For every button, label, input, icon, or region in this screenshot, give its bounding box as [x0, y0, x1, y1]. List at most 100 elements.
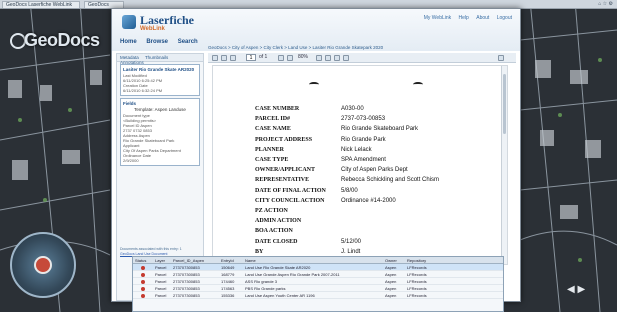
map-navigation-compass[interactable]	[10, 232, 76, 298]
doc-field-label: BOA ACTION	[255, 228, 293, 235]
hole-punch-mark	[413, 82, 423, 87]
table-cell: LFRecords	[407, 279, 427, 284]
map-pan-arrows[interactable]: ◀ ▶	[567, 284, 607, 304]
browser-tab[interactable]: GeoDocs	[84, 1, 124, 8]
table-row[interactable]: Parcel 273707300853 155336 Land Use Aspen Y…	[133, 292, 503, 299]
table-cell: Parcel	[155, 265, 167, 270]
next-page-icon[interactable]	[230, 55, 236, 61]
breadcrumb[interactable]: GeoDocs > City of Aspen > City Clerk > L…	[208, 45, 383, 50]
left-panel-tabs: Metadata Thumbnails Annotations	[117, 54, 203, 65]
screen: GeoDocs Laserfiche WebLink GeoDocs ⌂ ☆ ⚙…	[0, 0, 617, 312]
doc-field-value: 5/12/00	[341, 238, 362, 245]
fields-title: Fields	[123, 101, 137, 106]
link-logout[interactable]: Logout	[497, 15, 512, 21]
zoom-out-icon[interactable]	[287, 55, 293, 61]
table-row[interactable]: Parcel 273707300853 150649 Land Use Rio Gra…	[133, 264, 503, 271]
nav-search[interactable]: Search	[178, 39, 198, 45]
arrow-right-icon[interactable]: ▶	[577, 284, 585, 295]
table-row[interactable]: Parcel 273707300853 174460 ASS Rio grande 3…	[133, 278, 503, 285]
status-dot-icon	[141, 294, 145, 298]
table-cell: Parcel	[155, 279, 167, 284]
link-help[interactable]: Help	[459, 15, 469, 21]
table-cell: Parcel	[155, 286, 167, 291]
home-icon[interactable]: ⌂	[598, 1, 601, 7]
table-cell: ASS Rio grande 3	[245, 279, 278, 284]
col-name[interactable]: Name	[245, 258, 256, 263]
page-total: of 1	[259, 54, 268, 60]
table-cell: 273707300853	[173, 265, 200, 270]
print-icon[interactable]	[334, 55, 340, 61]
hole-punch-mark	[309, 82, 319, 87]
download-icon[interactable]	[343, 55, 349, 61]
doc-field-label: REPRESENTATIVE	[255, 177, 310, 184]
table-cell: 273707300853	[173, 272, 200, 277]
table-cell: 150649	[221, 265, 235, 270]
table-cell: Aspen	[385, 272, 397, 277]
tab-thumbnails[interactable]: Thumbnails	[145, 55, 168, 60]
document-scrollbar[interactable]	[501, 66, 507, 264]
table-cell: 273707300853	[173, 279, 200, 284]
compass-center-icon[interactable]	[34, 256, 52, 274]
doc-field-label: PLANNER	[255, 146, 285, 153]
col-layer[interactable]: Layer	[155, 258, 165, 263]
doc-field-value: Rio Grande Park	[341, 136, 386, 143]
doc-field-value: A030-00	[341, 106, 364, 112]
settings-icon[interactable]: ⚙	[609, 1, 613, 7]
table-row[interactable]: Parcel 273707300853 168779 Land Use Grande …	[133, 271, 503, 278]
doc-field-label: DATE CLOSED	[255, 238, 298, 245]
entry-line: 6/11/2010 6:32:24 PM	[123, 88, 163, 93]
doc-field-label: CASE NUMBER	[255, 106, 300, 112]
zoom-level[interactable]: 80%	[298, 54, 308, 60]
first-page-icon[interactable]	[212, 55, 218, 61]
fit-page-icon[interactable]	[316, 55, 322, 61]
table-cell: 168779	[221, 272, 235, 277]
toggle-panel-icon[interactable]	[498, 55, 504, 61]
lf-subbrand: WebLink	[140, 26, 165, 32]
field-line: 2/9/2000	[123, 158, 139, 163]
table-cell: Aspen	[385, 265, 397, 270]
tab-annotations[interactable]: Annotations	[120, 60, 144, 65]
browser-tab[interactable]: GeoDocs Laserfiche WebLink	[2, 1, 80, 8]
browser-icons: ⌂ ☆ ⚙	[598, 1, 613, 8]
table-row[interactable]: Parcel 273707300853 174563 PBS Rio Grande p…	[133, 285, 503, 292]
col-entryid[interactable]: EntryId	[221, 258, 234, 263]
star-icon[interactable]: ☆	[603, 1, 607, 7]
table-cell: Parcel	[155, 293, 167, 298]
table-cell: LFRecords	[407, 286, 427, 291]
table-cell: Land Use Rio Grande Skate AR2020	[245, 265, 311, 270]
arrow-left-icon[interactable]: ◀	[567, 284, 575, 295]
table-cell: Parcel	[155, 272, 167, 277]
table-cell: PBS Rio Grande parks	[245, 286, 286, 291]
nav-browse[interactable]: Browse	[146, 39, 168, 45]
doc-field-label: CASE TYPE	[255, 157, 289, 163]
nav-home[interactable]: Home	[120, 39, 137, 45]
doc-field-value: Rebecca Schickling and Scott Chism	[341, 177, 440, 184]
status-dot-icon	[141, 273, 145, 277]
table-cell: Aspen	[385, 293, 397, 298]
doc-field-value: Rio Grande Skateboard Park	[341, 126, 419, 133]
col-repository[interactable]: Repository	[407, 258, 426, 263]
doc-field-label: OWNER/APPLICANT	[255, 167, 316, 174]
table-cell: 273707300853	[173, 286, 200, 291]
search-results-table: Status Layer Parcel_ID_Aspen EntryId Nam…	[132, 256, 504, 312]
lf-main-nav: Home Browse Search	[120, 39, 206, 45]
link-about[interactable]: About	[476, 15, 489, 21]
col-status[interactable]: Status	[135, 258, 146, 263]
link-my-weblink[interactable]: My WebLink	[424, 15, 451, 21]
doc-field-label: CASE NAME	[255, 126, 291, 133]
col-parcel[interactable]: Parcel_ID_Aspen	[173, 258, 204, 263]
geodocs-logo-text: GeoDocs	[24, 30, 100, 50]
results-header: Status Layer Parcel_ID_Aspen EntryId Nam…	[133, 257, 503, 264]
lf-top-links: My WebLink Help About Logout	[418, 15, 512, 21]
lf-header: Laserfiche WebLink My WebLink Help About…	[112, 9, 520, 51]
results-rows: Parcel 273707300853 150649 Land Use Rio Gra…	[133, 264, 503, 299]
prev-page-icon[interactable]	[221, 55, 227, 61]
scrollbar-thumb[interactable]	[503, 74, 506, 134]
rotate-icon[interactable]	[325, 55, 331, 61]
document-viewer[interactable]: CASE NUMBER A030-00 PARCEL ID# 2737-073-008…	[212, 65, 508, 265]
zoom-in-icon[interactable]	[278, 55, 284, 61]
status-dot-icon	[141, 280, 145, 284]
left-footer: Documents associated with this entry: 1 …	[120, 247, 202, 256]
col-owner[interactable]: Owner	[385, 258, 397, 263]
page-number-input[interactable]: 1	[246, 54, 256, 61]
